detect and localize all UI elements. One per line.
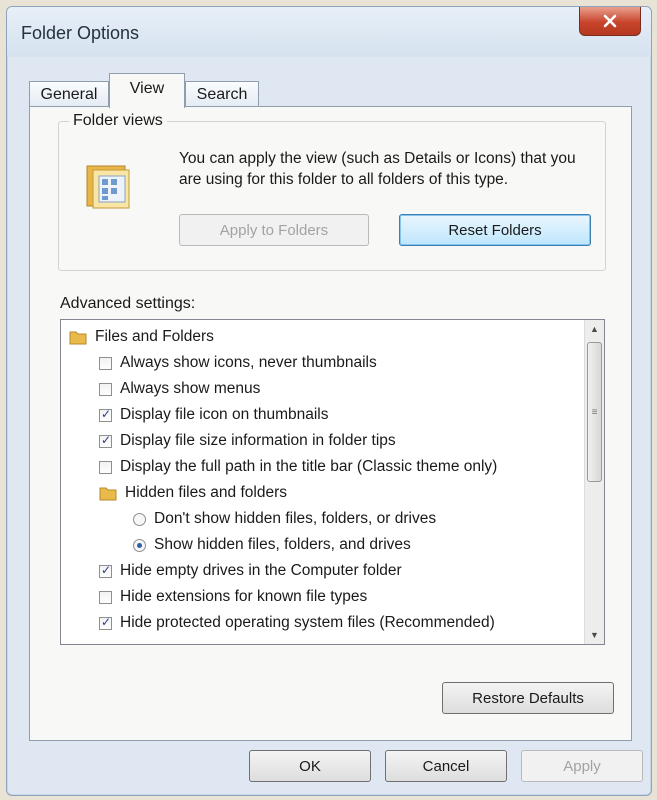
checkbox-label: Display file size information in folder …	[120, 432, 396, 449]
ok-button[interactable]: OK	[249, 750, 371, 782]
tree-item-label: Hidden files and folders	[125, 484, 287, 501]
folder-icon	[99, 487, 117, 501]
apply-to-folders-button[interactable]: Apply to Folders	[179, 214, 369, 246]
checkbox-hide-empty-drives[interactable]: ✓ Hide empty drives in the Computer fold…	[99, 558, 402, 584]
radio-dont-show-hidden[interactable]: Don't show hidden files, folders, or dri…	[133, 506, 436, 532]
checkbox[interactable]	[99, 382, 112, 396]
checkbox-checked[interactable]: ✓	[99, 562, 112, 578]
folder-views-description: You can apply the view (such as Details …	[179, 150, 576, 188]
tree-folder-hidden-files[interactable]: Hidden files and folders	[99, 480, 287, 506]
advanced-settings-label: Advanced settings:	[60, 295, 196, 312]
checkbox-checked[interactable]: ✓	[99, 406, 112, 422]
view-tab-panel: Folder views You can apply the view (suc…	[29, 106, 632, 741]
scroll-down-arrow-icon[interactable]: ▼	[585, 626, 604, 644]
checkbox-display-full-path[interactable]: Display the full path in the title bar (…	[99, 454, 497, 480]
folder-options-window: Folder Options General View Search Folde…	[6, 6, 652, 796]
checkbox-always-show-icons[interactable]: Always show icons, never thumbnails	[99, 350, 377, 376]
checkbox-label: Hide extensions for known file types	[120, 588, 368, 605]
folder-views-group: Folder views You can apply the view (suc…	[58, 112, 606, 271]
radio-button[interactable]	[133, 512, 146, 526]
tree-folder-files-and-folders[interactable]: Files and Folders	[69, 324, 214, 350]
checkbox-label: Display the full path in the title bar (…	[120, 458, 498, 475]
checkbox-label: Always show icons, never thumbnails	[120, 354, 377, 371]
checkbox[interactable]	[99, 590, 112, 604]
checkbox[interactable]	[99, 460, 112, 474]
tab-search[interactable]: Search	[185, 81, 259, 107]
checkbox-label: Hide protected operating system files (R…	[120, 614, 495, 631]
checkbox-hide-extensions[interactable]: Hide extensions for known file types	[99, 584, 367, 610]
radio-dot-icon	[137, 542, 142, 548]
apply-button[interactable]: Apply	[521, 750, 643, 782]
radio-show-hidden[interactable]: Show hidden files, folders, and drives	[133, 532, 411, 558]
checkmark-icon: ✓	[101, 562, 112, 577]
folder-views-title: Folder views	[69, 112, 167, 130]
advanced-settings-list[interactable]: Files and Folders Always show icons, nev…	[60, 319, 605, 645]
checkbox-label: Hide empty drives in the Computer folder	[120, 562, 402, 579]
tab-view[interactable]: View	[109, 73, 185, 108]
checkbox-always-show-menus[interactable]: Always show menus	[99, 376, 260, 402]
close-icon	[603, 14, 617, 28]
checkbox-checked[interactable]: ✓	[99, 432, 112, 448]
scrollbar-thumb[interactable]: ≡	[587, 342, 602, 482]
restore-defaults-button[interactable]: Restore Defaults	[442, 682, 614, 714]
radio-button-selected[interactable]	[133, 538, 146, 552]
window-title: Folder Options	[21, 23, 140, 43]
close-button[interactable]	[579, 7, 641, 36]
checkmark-icon: ✓	[101, 614, 112, 629]
checkbox-label: Always show menus	[120, 380, 261, 397]
checkbox-display-file-size-info[interactable]: ✓ Display file size information in folde…	[99, 428, 396, 454]
checkmark-icon: ✓	[101, 406, 112, 421]
checkbox-checked[interactable]: ✓	[99, 614, 112, 630]
radio-label: Don't show hidden files, folders, or dri…	[154, 510, 437, 527]
title-bar[interactable]: Folder Options	[7, 7, 651, 57]
reset-folders-button[interactable]: Reset Folders	[399, 214, 591, 246]
tree-item-label: Files and Folders	[95, 328, 214, 345]
checkbox-label: Display file icon on thumbnails	[120, 406, 329, 423]
cancel-button[interactable]: Cancel	[385, 750, 507, 782]
radio-label: Show hidden files, folders, and drives	[154, 536, 411, 553]
checkbox-display-file-icon-thumbnails[interactable]: ✓ Display file icon on thumbnails	[99, 402, 329, 428]
tab-general[interactable]: General	[29, 81, 109, 107]
folder-icon	[69, 331, 87, 345]
checkmark-icon: ✓	[101, 432, 112, 447]
vertical-scrollbar[interactable]: ▲ ≡ ▼	[584, 320, 604, 644]
checkbox[interactable]	[99, 356, 112, 370]
scroll-up-arrow-icon[interactable]: ▲	[585, 320, 604, 338]
checkbox-hide-protected-files[interactable]: ✓ Hide protected operating system files …	[99, 610, 495, 636]
folder-view-icon	[86, 165, 130, 209]
